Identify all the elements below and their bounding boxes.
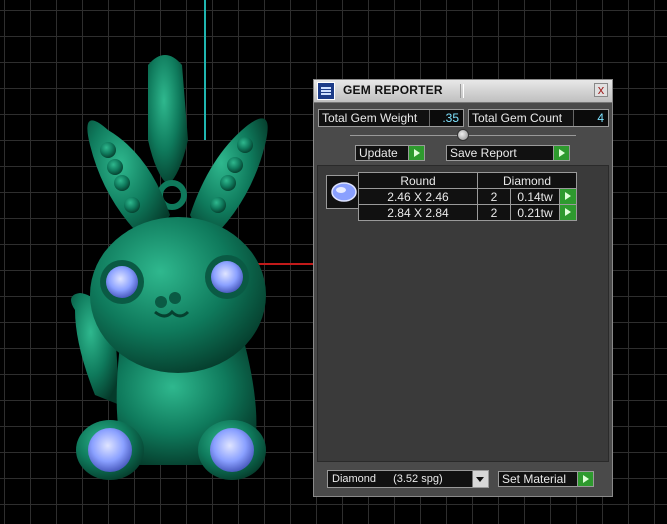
save-report-button[interactable]: Save Report	[446, 145, 570, 161]
update-label: Update	[359, 146, 398, 160]
bail-shape	[148, 55, 188, 185]
save-report-label: Save Report	[450, 146, 517, 160]
gem-size-cell: 2.46 X 2.46	[358, 188, 478, 205]
table-header-row: Round Diamond	[358, 172, 577, 189]
gem-table: Round Diamond 2.46 X 2.46 2 0.14tw 2.84 …	[358, 172, 577, 221]
column-header-shape: Round	[358, 172, 478, 189]
right-foot-gem	[210, 428, 254, 472]
material-select[interactable]: Diamond (3.52 spg)	[327, 470, 489, 488]
material-spg: (3.52 spg)	[393, 473, 443, 485]
play-icon	[577, 472, 593, 486]
total-gem-count-value[interactable]: 4	[573, 110, 608, 126]
play-icon	[408, 146, 424, 160]
gem-size-cell: 2.84 X 2.84	[358, 204, 478, 221]
close-button[interactable]: x	[594, 83, 608, 97]
total-gem-weight-value[interactable]: .35	[429, 110, 463, 126]
slider-handle[interactable]	[457, 129, 469, 141]
gem-thumbnail[interactable]	[326, 175, 362, 209]
total-gem-weight-field: Total Gem Weight .35	[318, 109, 464, 127]
gem-count-cell: 2	[477, 204, 511, 221]
row-go-button[interactable]	[559, 188, 577, 205]
column-header-material: Diamond	[477, 172, 577, 189]
set-material-button[interactable]: Set Material	[498, 471, 594, 487]
title-separator	[460, 84, 464, 98]
panel-title: GEM REPORTER	[343, 83, 443, 97]
material-select-value: Diamond	[332, 473, 377, 485]
gem-count-cell: 2	[477, 188, 511, 205]
title-bar[interactable]: GEM REPORTER x	[314, 80, 612, 103]
gem-reporter-panel: GEM REPORTER x Total Gem Weight .35 Tota…	[313, 79, 613, 497]
report-icon	[317, 82, 335, 100]
table-row[interactable]: 2.84 X 2.84 2 0.21tw	[358, 204, 577, 221]
play-icon	[553, 146, 569, 160]
total-gem-count-field: Total Gem Count 4	[468, 109, 609, 127]
left-foot-gem	[88, 428, 132, 472]
row-go-button[interactable]	[559, 204, 577, 221]
chevron-down-icon[interactable]	[472, 471, 488, 487]
total-gem-count-label: Total Gem Count	[472, 111, 563, 125]
bunny-pendant-model[interactable]	[60, 45, 320, 490]
set-material-label: Set Material	[502, 472, 567, 486]
total-gem-weight-label: Total Gem Weight	[322, 111, 418, 125]
update-button[interactable]: Update	[355, 145, 425, 161]
table-row[interactable]: 2.46 X 2.46 2 0.14tw	[358, 188, 577, 205]
gem-weight-cell: 0.14tw	[510, 188, 560, 205]
gem-weight-cell: 0.21tw	[510, 204, 560, 221]
round-gem-icon	[331, 182, 357, 202]
